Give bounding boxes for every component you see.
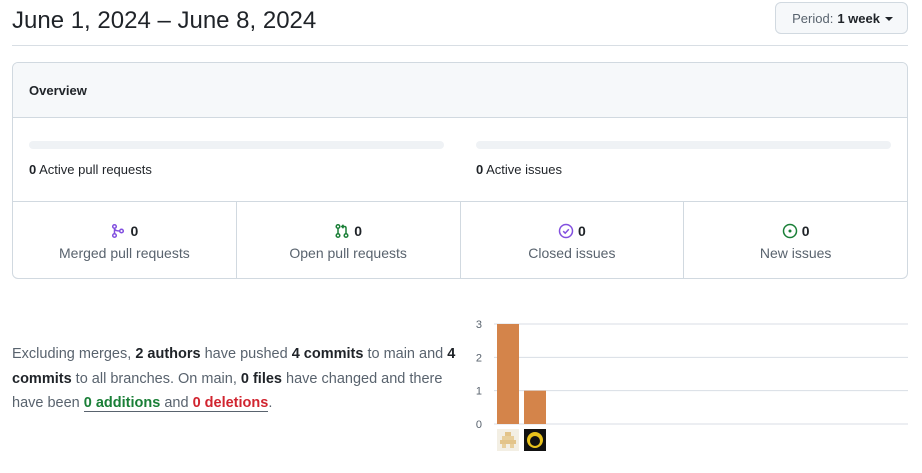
commit-summary-text: Excluding merges, 2 authors have pushed … bbox=[12, 342, 462, 416]
y-tick-label: 0 bbox=[476, 419, 482, 431]
caret-down-icon bbox=[885, 16, 893, 21]
new-issues-count: 0 bbox=[801, 223, 810, 239]
page-header: June 1, 2024 – June 8, 2024 Period: 1 we… bbox=[12, 0, 908, 46]
git-merge-icon bbox=[112, 223, 125, 239]
overview-stats: 0 Merged pull requests 0 Open pull reque… bbox=[13, 202, 907, 278]
y-tick-label: 2 bbox=[476, 352, 482, 364]
stat-open-pull-requests[interactable]: 0 Open pull requests bbox=[237, 202, 461, 278]
open-pull-requests-label: Open pull requests bbox=[289, 245, 407, 261]
additions-count: 0 additions bbox=[83, 395, 161, 411]
period-value: 1 week bbox=[837, 10, 880, 26]
overview-box: Overview 0 Active pull requests 0 Active… bbox=[12, 62, 908, 279]
active-issues-link[interactable]: 0 Active issues bbox=[476, 162, 891, 177]
stat-merged-pull-requests[interactable]: 0 Merged pull requests bbox=[13, 202, 237, 278]
pull-requests-progress-bar bbox=[29, 141, 444, 149]
active-pull-requests-summary: 0 Active pull requests bbox=[29, 141, 444, 177]
commit-bar[interactable] bbox=[524, 390, 546, 424]
summary-text: to main and bbox=[363, 346, 448, 362]
summary-text: to all branches. On main, bbox=[71, 370, 241, 387]
stat-new-issues[interactable]: 0 New issues bbox=[684, 202, 907, 278]
y-tick-label: 1 bbox=[476, 386, 482, 398]
summary-text: Excluding merges, bbox=[12, 346, 136, 362]
issues-progress-bar bbox=[476, 141, 891, 149]
summary-text: have pushed bbox=[200, 346, 292, 362]
issue-closed-icon bbox=[558, 223, 574, 239]
period-label: Period: bbox=[792, 10, 834, 26]
new-issues-label: New issues bbox=[759, 245, 832, 261]
period-selector-button[interactable]: Period: 1 week bbox=[775, 2, 908, 34]
issue-opened-icon bbox=[782, 223, 797, 239]
closed-issues-count: 0 bbox=[577, 223, 586, 239]
overview-heading: Overview bbox=[13, 63, 907, 118]
diff-stats-link[interactable]: 0 additions and 0 deletions bbox=[83, 395, 269, 412]
git-pull-request-icon bbox=[335, 223, 349, 239]
overview-summary: 0 Active pull requests 0 Active issues bbox=[13, 118, 907, 202]
active-pull-requests-link[interactable]: 0 Active pull requests bbox=[29, 162, 444, 177]
commits-by-author-chart: 0 1 2 3 bbox=[476, 319, 908, 451]
merged-pull-requests-label: Merged pull requests bbox=[59, 245, 190, 261]
author-avatar[interactable] bbox=[524, 429, 546, 451]
summary-text: . bbox=[268, 395, 273, 411]
active-pull-requests-count: 0 bbox=[29, 162, 37, 177]
closed-issues-label: Closed issues bbox=[528, 245, 616, 261]
active-pull-requests-label: Active pull requests bbox=[39, 162, 152, 177]
stat-closed-issues[interactable]: 0 Closed issues bbox=[461, 202, 685, 278]
author-avatar[interactable] bbox=[497, 429, 519, 451]
deletions-count: 0 deletions bbox=[192, 395, 269, 411]
commits-main-count: 4 commits bbox=[291, 346, 364, 362]
merged-pull-requests-count: 0 bbox=[130, 223, 139, 239]
files-changed-count: 0 files bbox=[240, 370, 282, 387]
open-pull-requests-count: 0 bbox=[354, 223, 363, 239]
y-tick-label: 3 bbox=[476, 319, 482, 331]
summary-text: and bbox=[160, 395, 193, 411]
date-range-title: June 1, 2024 – June 8, 2024 bbox=[12, 7, 317, 34]
authors-count: 2 authors bbox=[135, 346, 201, 362]
active-issues-label: Active issues bbox=[486, 162, 563, 177]
active-issues-count: 0 bbox=[476, 162, 484, 177]
commit-bar[interactable] bbox=[497, 324, 519, 424]
active-issues-summary: 0 Active issues bbox=[476, 141, 891, 177]
